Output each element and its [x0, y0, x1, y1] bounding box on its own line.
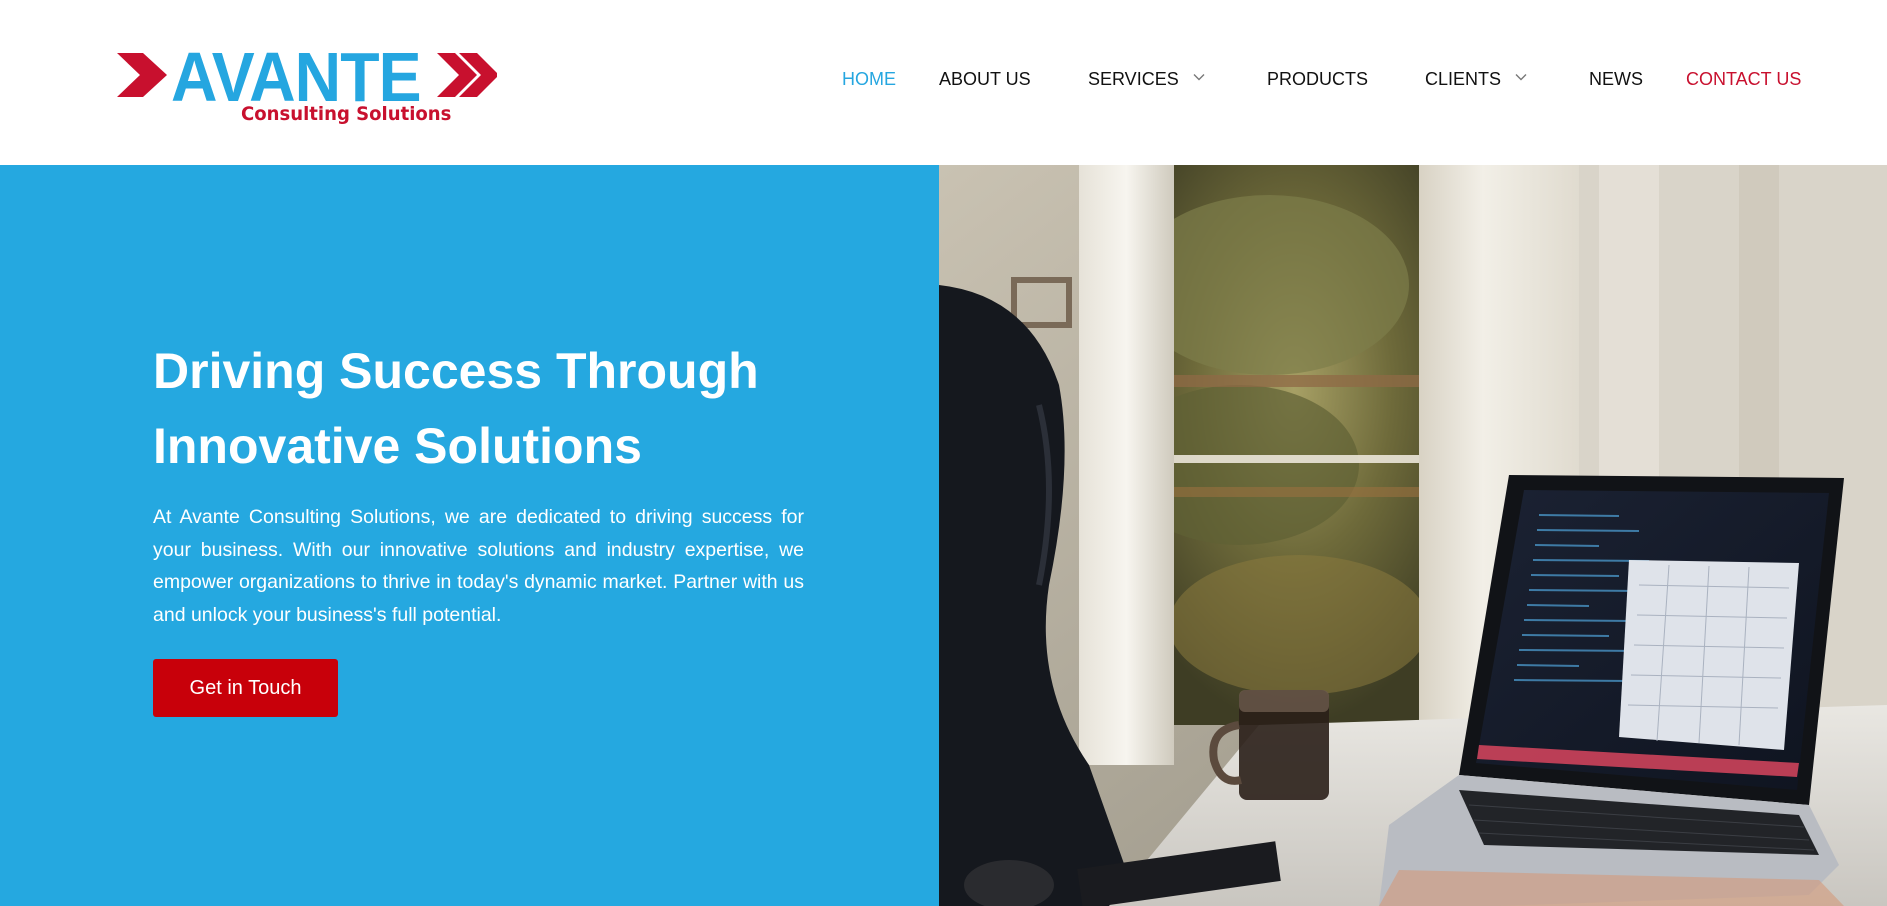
- hero-description: At Avante Consulting Solutions, we are d…: [153, 506, 804, 626]
- nav-item-clients-label: CLIENTS: [1425, 69, 1502, 89]
- hero-photo: [939, 165, 1887, 906]
- hero-title-line-1: Driving Success Through: [153, 343, 759, 399]
- site-header: AVANTE Consulting Solutions HOME ABOUT U…: [0, 0, 1887, 165]
- main-navigation: HOME ABOUT US SERVICES PRODUCTS CLIENTS …: [0, 68, 1887, 92]
- logo-tagline: Consulting Solutions: [241, 103, 452, 125]
- hero-title: Driving Success Through Innovative Solut…: [153, 334, 833, 484]
- hero-title-line-2: Innovative Solutions: [153, 418, 642, 474]
- nav-item-contact-us[interactable]: CONTACT US: [1686, 68, 1801, 90]
- nav-item-products[interactable]: PRODUCTS: [1267, 68, 1368, 90]
- chevron-down-icon[interactable]: [1515, 71, 1527, 83]
- nav-item-services[interactable]: SERVICES: [1088, 68, 1179, 90]
- get-in-touch-button[interactable]: Get in Touch: [153, 659, 338, 717]
- nav-item-about-us[interactable]: ABOUT US: [939, 68, 1031, 90]
- nav-item-home[interactable]: HOME: [842, 68, 896, 90]
- nav-item-services-label: SERVICES: [1088, 69, 1179, 89]
- nav-item-news[interactable]: NEWS: [1589, 68, 1643, 90]
- nav-item-clients[interactable]: CLIENTS: [1425, 68, 1501, 90]
- chevron-down-icon[interactable]: [1193, 71, 1205, 83]
- laptop-on-desk-photo: [939, 165, 1887, 906]
